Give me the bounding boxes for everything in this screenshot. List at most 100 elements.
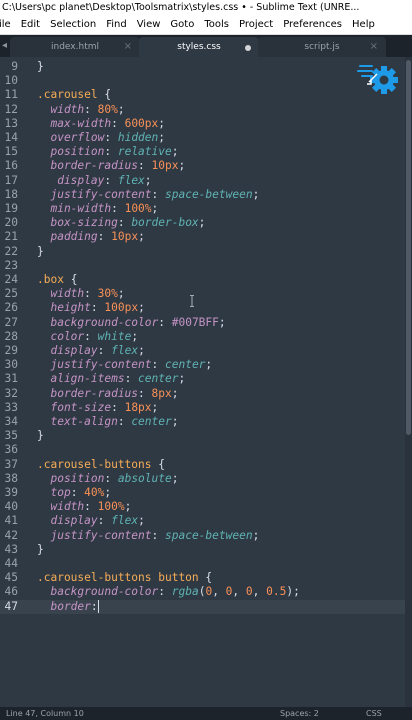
code-token: white [97,329,132,343]
line-number: 11 [4,88,18,102]
code-token: } [37,60,44,73]
line-number: 36 [4,443,18,457]
line-number: 44 [4,557,18,570]
code-text: .carousel { [37,88,111,102]
tab-label: script.js [304,42,340,52]
code-token: .carousel-buttons button [37,571,199,585]
code-text: justify-content: space-between; [37,188,259,202]
syntax-mode[interactable]: CSS [366,707,382,720]
menu-help[interactable]: Help [352,16,375,34]
code-token: : [104,145,118,159]
code-token: absolute [117,471,172,485]
code-token: 18px [124,400,152,414]
tab-nav-arrow-icon[interactable]: ◂ [2,35,7,57]
code-token: { [198,571,213,585]
line-number: 31 [4,372,18,386]
tab-close-icon[interactable]: × [370,37,378,57]
code-token: : [104,131,118,144]
code-text: border: [37,600,99,614]
scrollbar-thumb[interactable] [406,60,411,435]
line-number: 41 [4,514,18,528]
code-token: justify-content [37,358,152,372]
menu-selection[interactable]: Selection [50,16,96,34]
code-token: flex [111,514,139,528]
code-token: : [90,599,98,613]
code-text: display: flex; [37,514,144,528]
code-token: ; [178,159,186,173]
line-number: 15 [4,145,18,159]
code-token: overflow [37,131,105,144]
code-token: justify-content [37,187,152,201]
code-token: } [37,429,44,443]
code-editor[interactable]: 9} 10 11 .carousel {12 width: 80%; 13 max-wi… [0,57,412,707]
tab-close-icon[interactable]: × [124,37,132,57]
code-token: #007BFF [171,315,219,329]
line-number: 25 [4,287,18,301]
code-token: : [151,358,165,372]
line-number: 46 [4,585,18,599]
code-token: background-color [37,585,159,599]
code-token: space-between [165,187,253,201]
text-cursor-icon [190,295,194,307]
menu-tools[interactable]: Tools [204,16,229,34]
code-text: box-sizing: border-box; [37,216,205,230]
code-token: , [252,585,267,599]
code-token: , [212,585,226,599]
code-text: width: 30%; [37,287,124,301]
code-token: ; [198,216,206,230]
code-text: font-size: 18px; [37,401,158,415]
code-token: : [97,230,112,244]
code-token: flex [117,173,145,187]
line-number: 26 [4,301,18,315]
code-token: flex [111,344,139,357]
code-token: : [111,202,125,215]
tab-script-js[interactable]: script.js × [258,37,386,57]
code-token: : [97,514,112,528]
menu-goto[interactable]: Goto [170,16,194,34]
code-text: display: flex; [37,344,145,358]
tab-modified-dot-icon[interactable] [245,45,251,51]
tab-styles-css[interactable]: styles.css [139,37,259,57]
code-line[interactable]: 47 border: [0,599,412,614]
line-number: 32 [4,386,18,400]
menu-preferences[interactable]: Preferences [283,16,342,34]
code-text: } [37,429,44,443]
code-token: text-align [37,415,118,428]
line-number: 47 [4,599,18,613]
menu-find[interactable]: Find [106,16,127,34]
line-number: 40 [4,500,18,514]
toolsmatrix-gear-logo [357,65,398,94]
code-token: ; [138,344,145,357]
menu-edit[interactable]: Edit [21,16,40,34]
code-token: ; [151,400,159,414]
code-text: .carousel-buttons button { [37,571,212,585]
code-token: : [151,528,165,542]
code-token: ; [104,486,112,499]
code-token: { [97,88,112,102]
code-token: width [37,500,85,514]
line-number: 14 [4,131,18,144]
code-token: : [84,329,98,343]
code-token: 10px [111,230,139,244]
code-token: .carousel [37,88,98,102]
code-token: 8px [151,386,172,400]
code-token: ; [158,116,166,130]
code-token: border [37,599,91,613]
code-token: align-items [37,372,125,386]
code-token: : [158,315,172,329]
code-token: center [138,372,179,386]
code-token: justify-content [37,528,152,542]
code-token: 600px [124,116,159,130]
menu-project[interactable]: Project [239,16,273,34]
code-token: : [138,386,152,400]
indentation-setting[interactable]: Spaces: 2 [280,707,319,720]
code-token: 0 [245,585,253,599]
menu-view[interactable]: View [137,16,161,34]
menu-file[interactable]: ile [0,16,11,34]
line-number: 9 [11,60,18,73]
tab-index-html[interactable]: index.html × [10,37,140,57]
code-token: : [111,400,125,414]
code-token: center [165,358,206,372]
code-token: ; [252,528,260,542]
code-token: : [104,173,118,187]
